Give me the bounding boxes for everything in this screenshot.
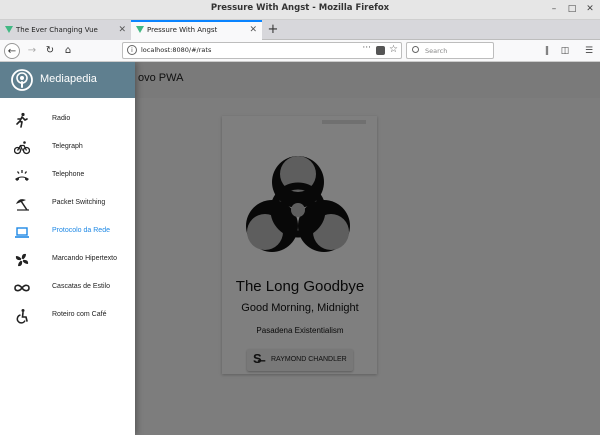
drawer-item-label: Roteiro com Café <box>52 311 107 318</box>
forward-button[interactable]: → <box>24 43 40 59</box>
ringing-phone-icon <box>15 170 29 181</box>
library-icon[interactable]: ‖ <box>540 43 554 59</box>
vue-logo-icon <box>5 26 13 33</box>
maximize-icon[interactable]: □ <box>566 3 578 15</box>
drawer-item-radio[interactable]: Radio <box>0 106 135 134</box>
tab-strip: The Ever Changing Vue ✕ Pressure With An… <box>0 20 600 40</box>
drawer-header: Mediapedia <box>0 62 135 98</box>
run-icon <box>16 112 28 128</box>
search-icon <box>412 46 419 53</box>
search-placeholder: Search <box>425 47 448 55</box>
infinity-icon <box>14 284 30 292</box>
new-tab-button[interactable]: + <box>266 20 280 40</box>
navigation-drawer: Mediapedia Radio Telegraph Telephone Pac… <box>0 62 135 435</box>
search-bar[interactable]: Search <box>406 42 494 59</box>
window-titlebar: Pressure With Angst - Mozilla Firefox – … <box>0 0 600 20</box>
accessible-icon <box>16 309 28 324</box>
tab-pressure-with-angst[interactable]: Pressure With Angst ✕ <box>131 20 262 40</box>
podcast-icon <box>11 69 33 91</box>
drawer-item-telephone[interactable]: Telephone <box>0 162 135 190</box>
tab-label: Pressure With Angst <box>147 26 218 34</box>
pocket-icon[interactable] <box>376 46 385 55</box>
drawer-item-label: Telegraph <box>52 143 83 150</box>
page-content: ovo PWA The Long Goodbye Good Morning, M… <box>0 62 600 435</box>
close-tab-icon[interactable]: ✕ <box>249 22 257 39</box>
close-window-icon[interactable]: ✕ <box>584 3 596 15</box>
menu-icon[interactable]: ☰ <box>582 43 596 59</box>
drawer-item-telegraph[interactable]: Telegraph <box>0 134 135 162</box>
url-bar[interactable]: i localhost:8080/#/rats ··· ☆ <box>122 42 402 59</box>
tab-label: The Ever Changing Vue <box>16 26 98 34</box>
umbrella-icon <box>16 199 29 211</box>
bookmark-star-icon[interactable]: ☆ <box>389 44 398 55</box>
back-button[interactable]: ← <box>4 43 20 59</box>
window-title: Pressure With Angst - Mozilla Firefox <box>210 3 390 13</box>
drawer-item-label: Cascatas de Estilo <box>52 283 110 290</box>
drawer-item-label: Radio <box>52 115 71 122</box>
page-actions-icon[interactable]: ··· <box>362 43 371 53</box>
close-tab-icon[interactable]: ✕ <box>118 20 126 40</box>
tab-ever-changing-vue[interactable]: The Ever Changing Vue ✕ <box>0 20 131 40</box>
reload-button[interactable]: ↻ <box>42 43 58 59</box>
navigation-toolbar: ← → ↻ ⌂ i localhost:8080/#/rats ··· ☆ Se… <box>0 40 600 62</box>
url-text[interactable]: localhost:8080/#/rats <box>141 46 211 54</box>
drawer-item-label: Protocolo da Rede <box>52 227 110 234</box>
drawer-item-label: Packet Switching <box>52 199 106 206</box>
sidebar-icon[interactable]: ◫ <box>558 43 572 59</box>
drawer-item-cascatas-de-estilo[interactable]: Cascatas de Estilo <box>0 274 135 302</box>
fan-icon <box>15 253 29 267</box>
vue-logo-icon <box>136 26 144 33</box>
drawer-item-packet-switching[interactable]: Packet Switching <box>0 190 135 218</box>
drawer-item-label: Marcando Hipertexto <box>52 255 117 262</box>
drawer-item-roteiro-com-cafe[interactable]: Roteiro com Café <box>0 302 135 330</box>
brand-name: Mediapedia <box>40 73 97 85</box>
info-icon[interactable]: i <box>127 45 137 55</box>
drawer-item-marcando-hipertexto[interactable]: Marcando Hipertexto <box>0 246 135 274</box>
minimize-icon[interactable]: – <box>548 3 560 15</box>
drawer-item-protocolo-da-rede[interactable]: Protocolo da Rede <box>0 218 135 246</box>
bike-icon <box>14 141 30 155</box>
drawer-item-label: Telephone <box>52 171 85 178</box>
home-button[interactable]: ⌂ <box>60 43 76 59</box>
laptop-icon <box>15 227 29 238</box>
